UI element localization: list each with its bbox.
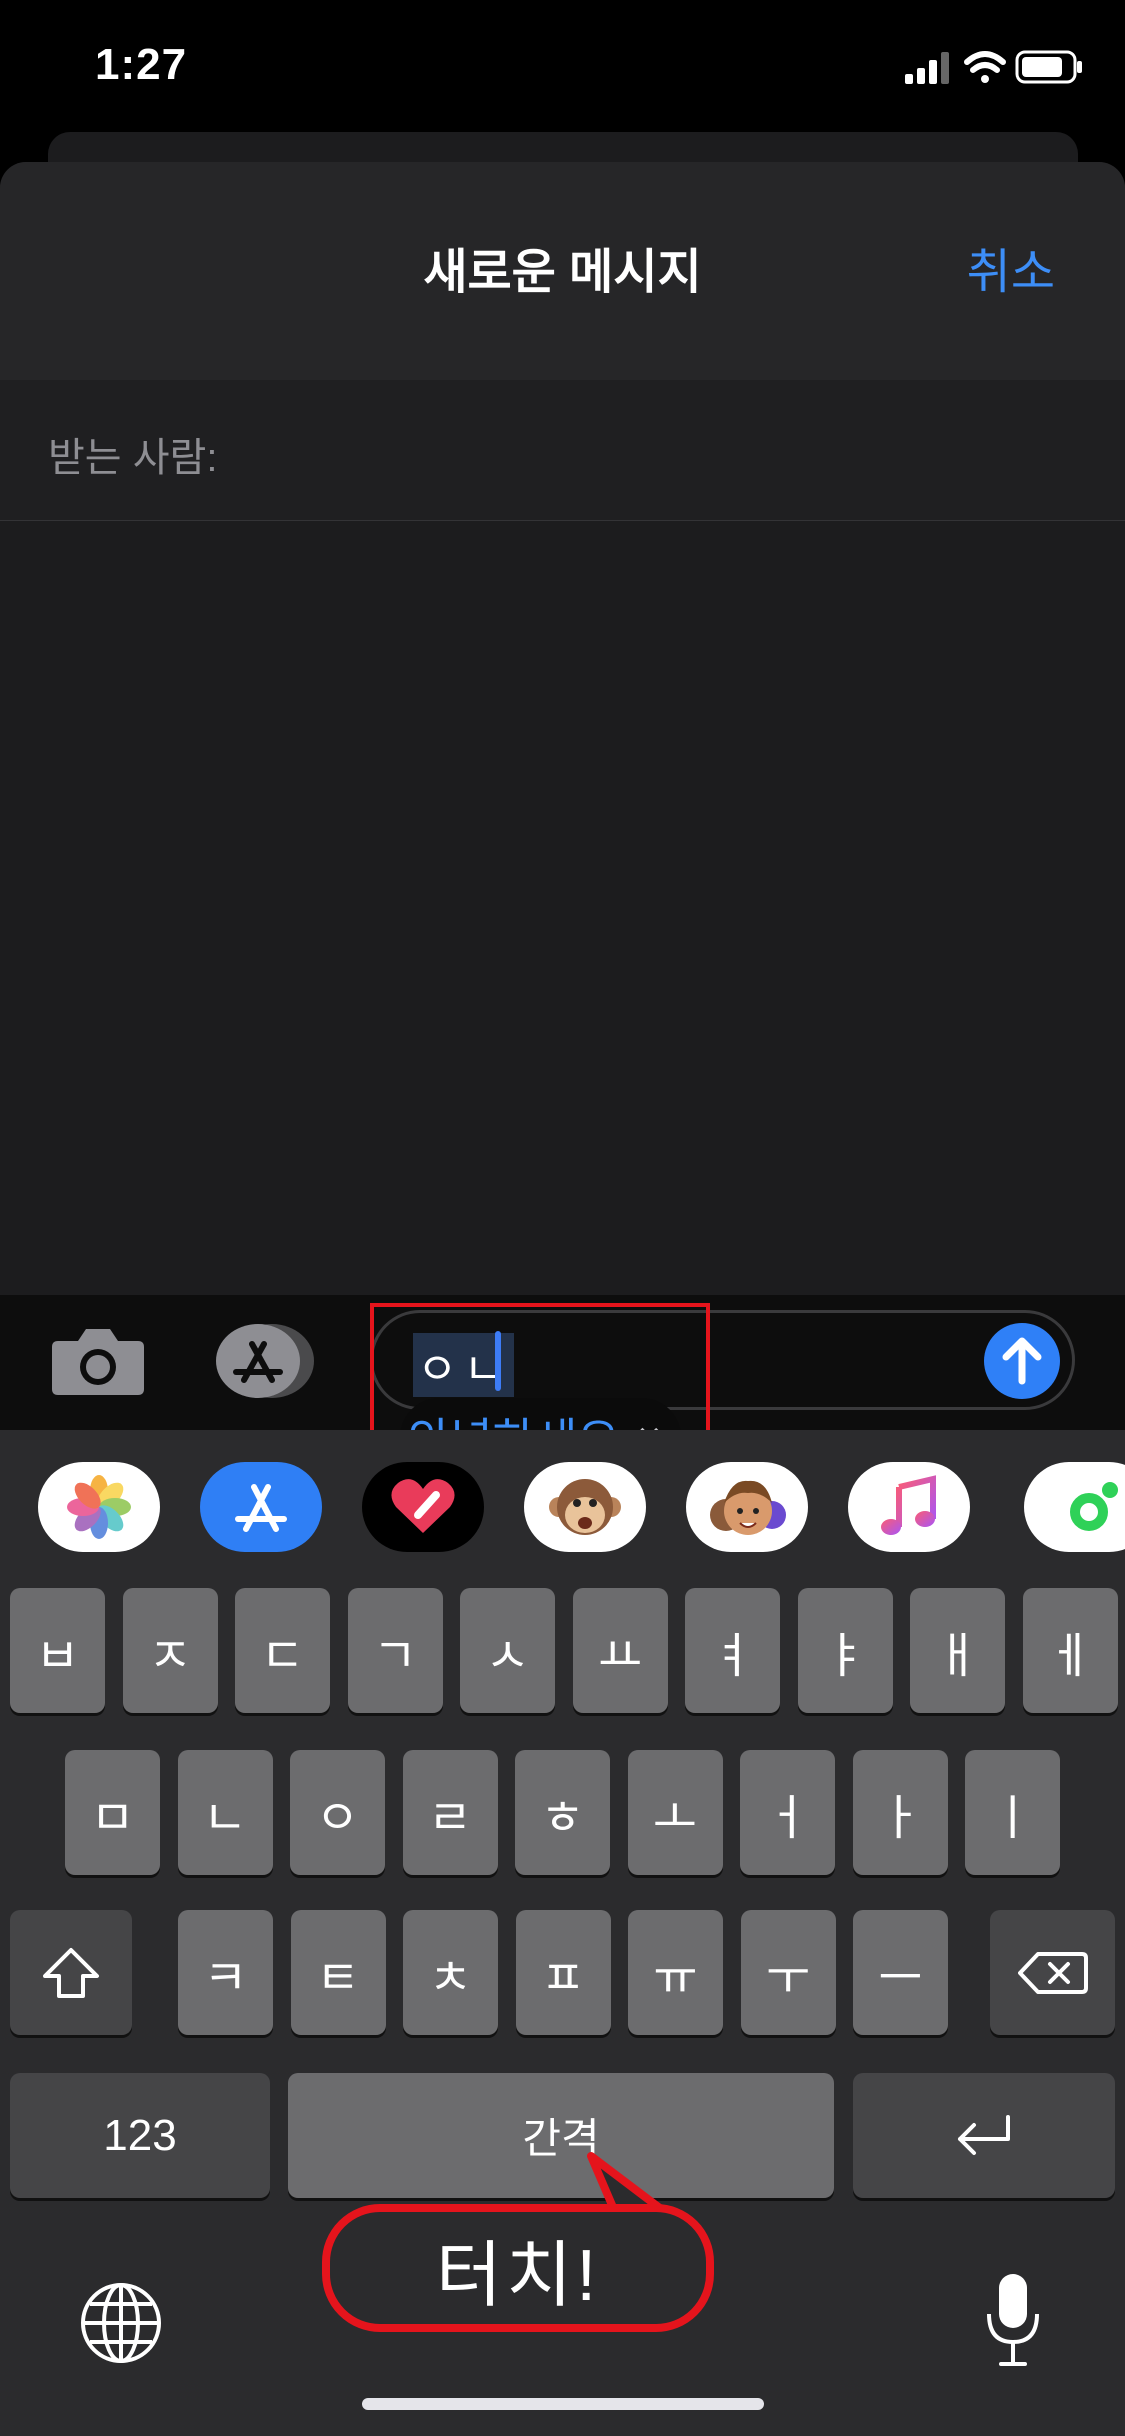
shift-key[interactable]: [10, 1910, 132, 2035]
imessage-app-strip: [0, 1430, 1125, 1580]
photos-app-button[interactable]: [38, 1462, 160, 1552]
page-title: 새로운 메시지: [423, 246, 702, 299]
key-row2-6[interactable]: ㅓ: [740, 1750, 835, 1875]
memoji-icon: [710, 1480, 786, 1535]
music-app-button[interactable]: [848, 1462, 970, 1552]
app-store-app-button[interactable]: [200, 1462, 322, 1552]
dictation-key[interactable]: [985, 2270, 1041, 2370]
arrow-up-icon: [1002, 1337, 1042, 1385]
camera-icon: [52, 1329, 144, 1395]
key-row3-4[interactable]: ㅠ: [628, 1910, 723, 2035]
globe-key[interactable]: [78, 2280, 164, 2366]
key-row1-2[interactable]: ㄷ: [235, 1588, 330, 1713]
app-store-drawer-button[interactable]: [208, 1322, 318, 1400]
status-icons: [905, 48, 1085, 88]
fitness-app-button[interactable]: [1024, 1462, 1125, 1552]
key-row2-4[interactable]: ㅎ: [515, 1750, 610, 1875]
cellular-signal-icon: [905, 52, 949, 84]
shift-icon: [43, 1947, 99, 1998]
monkey-icon: [549, 1479, 621, 1535]
key-row2-1[interactable]: ㄴ: [177, 1750, 273, 1875]
key-row3-5[interactable]: ㅜ: [740, 1910, 836, 2035]
key-row2-8[interactable]: ㅣ: [965, 1750, 1060, 1875]
music-note-icon: [881, 1475, 936, 1535]
app-store-a-icon: [235, 1484, 287, 1532]
key-row3-6[interactable]: ㅡ: [853, 1910, 948, 2035]
battery-icon: [1015, 50, 1082, 84]
return-icon: [958, 2114, 1010, 2155]
heart-icon: [391, 1479, 455, 1533]
activity-icon: [1070, 1482, 1118, 1531]
key-row1-3[interactable]: ㄱ: [347, 1588, 443, 1713]
status-time: 1:27: [95, 40, 188, 89]
return-key[interactable]: [853, 2073, 1115, 2198]
key-row3-2[interactable]: ㅊ: [403, 1910, 498, 2035]
key-row2-3[interactable]: ㄹ: [402, 1750, 498, 1875]
photos-icon: [67, 1475, 131, 1539]
key-row2-2[interactable]: ㅇ: [290, 1750, 385, 1875]
annotation-callout: 터치!: [322, 2204, 714, 2332]
key-row1-9[interactable]: ㅔ: [1022, 1588, 1118, 1713]
key-row1-4[interactable]: ㅅ: [460, 1588, 555, 1713]
home-indicator[interactable]: [362, 2398, 764, 2410]
callout-text: 터치!: [435, 2235, 601, 2316]
animoji-app-button[interactable]: [524, 1462, 646, 1552]
globe-icon: [81, 2283, 161, 2363]
key-row3-1[interactable]: ㅌ: [290, 1910, 386, 2035]
recipient-field[interactable]: 받는 사람:: [0, 380, 1125, 521]
digital-touch-app-button[interactable]: [362, 1462, 484, 1552]
backspace-icon: [1017, 1951, 1088, 1994]
key-row3-0[interactable]: ㅋ: [178, 1910, 273, 2035]
key-row1-5[interactable]: ㅛ: [572, 1588, 668, 1713]
delete-key[interactable]: [990, 1910, 1115, 2035]
key-row1-7[interactable]: ㅑ: [797, 1588, 893, 1713]
key-row1-6[interactable]: ㅕ: [685, 1588, 780, 1713]
space-key[interactable]: 간격: [288, 2073, 834, 2198]
camera-button[interactable]: [50, 1325, 146, 1397]
cancel-button[interactable]: 취소: [967, 232, 1055, 302]
app-store-icon: [216, 1324, 314, 1398]
key-row2-0[interactable]: ㅁ: [65, 1750, 160, 1875]
recipient-label: 받는 사람:: [48, 436, 218, 480]
wifi-icon: [964, 51, 1006, 83]
key-row2-5[interactable]: ㅗ: [627, 1750, 723, 1875]
key-row1-1[interactable]: ㅈ: [122, 1588, 218, 1713]
send-button[interactable]: [984, 1323, 1060, 1399]
nav-bar: 새로운 메시지 취소: [0, 162, 1125, 380]
key-row1-0[interactable]: ㅂ: [10, 1588, 105, 1713]
key-row1-8[interactable]: ㅐ: [910, 1588, 1005, 1713]
microphone-icon: [987, 2274, 1039, 2366]
memoji-app-button[interactable]: [686, 1462, 808, 1552]
key-row2-7[interactable]: ㅏ: [852, 1750, 948, 1875]
key-row3-3[interactable]: ㅍ: [515, 1910, 611, 2035]
numbers-key[interactable]: 123: [10, 2073, 270, 2198]
